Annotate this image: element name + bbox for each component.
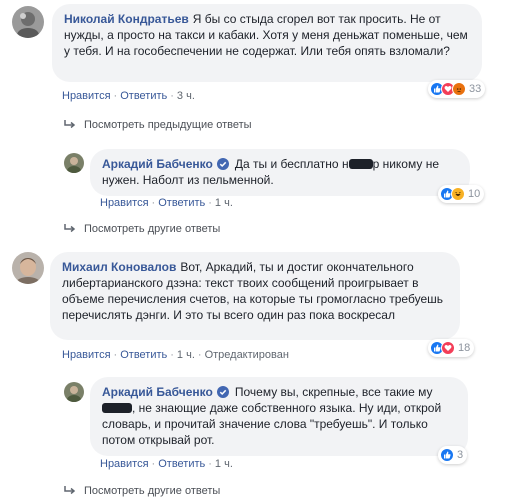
separator: · — [113, 349, 118, 361]
separator: · — [170, 90, 174, 102]
reaction-summary[interactable]: 3 — [438, 446, 468, 464]
reaction-count: 10 — [468, 188, 481, 200]
avatar-photo-icon — [64, 153, 84, 173]
comment-actions: Нравится · Ответить · 1 ч. · Отредактирован — [62, 349, 289, 361]
comment-actions: Нравится · Ответить · 1 ч. — [100, 458, 233, 470]
comment-author[interactable]: Михаил Коновалов — [62, 260, 176, 274]
view-more-replies[interactable]: Посмотреть другие ответы — [64, 223, 220, 235]
comment-author[interactable]: Аркадий Бабченко — [102, 385, 213, 399]
comment-author[interactable]: Николай Кондратьев — [64, 12, 189, 26]
reaction-count: 18 — [458, 342, 471, 354]
avatar[interactable] — [12, 252, 44, 284]
comment-author[interactable]: Аркадий Бабченко — [102, 157, 213, 171]
reply-arrow-icon — [64, 224, 76, 233]
separator: · — [151, 197, 156, 209]
edited-label[interactable]: Отредактирован — [205, 349, 289, 361]
avatar[interactable] — [12, 6, 44, 38]
reaction-summary[interactable]: 10 — [438, 185, 485, 203]
like-icon — [440, 448, 454, 462]
separator: · — [170, 349, 174, 361]
reply-button[interactable]: Ответить — [158, 458, 205, 470]
like-button[interactable]: Нравится — [62, 349, 111, 361]
comment-text-part-1: Да ты и бесплатно н — [234, 157, 349, 171]
like-button[interactable]: Нравится — [100, 458, 149, 470]
comment-time[interactable]: 1 ч. — [177, 349, 195, 361]
view-more-replies-label: Посмотреть другие ответы — [84, 485, 221, 497]
separator: · — [208, 197, 212, 209]
comment-actions: Нравится · Ответить · 3 ч. — [62, 90, 195, 102]
view-previous-replies-label: Посмотреть предыдущие ответы — [84, 119, 252, 131]
censor-bar — [102, 403, 132, 413]
comment-bubble: Аркадий Бабченко Почему вы, скрепные, все… — [90, 377, 468, 456]
view-more-replies[interactable]: Посмотреть другие ответы — [64, 485, 220, 497]
love-icon — [441, 341, 455, 355]
comment-time[interactable]: 1 ч. — [215, 197, 233, 209]
separator: · — [208, 458, 212, 470]
comment-actions: Нравится · Ответить · 1 ч. — [100, 197, 233, 209]
comment-bubble: Аркадий Бабченко Да ты и бесплатно нр ник… — [90, 149, 470, 196]
separator: · — [113, 90, 118, 102]
avatar[interactable] — [64, 382, 84, 402]
reply-button[interactable]: Ответить — [120, 90, 167, 102]
reaction-count: 3 — [457, 449, 464, 461]
verified-badge-icon — [216, 158, 229, 170]
avatar-photo-icon — [64, 382, 84, 402]
separator: · — [151, 458, 156, 470]
reaction-summary[interactable]: 18 — [428, 339, 475, 357]
reply-button[interactable]: Ответить — [120, 349, 167, 361]
reaction-count: 33 — [469, 83, 482, 95]
angry-icon — [452, 82, 466, 96]
like-button[interactable]: Нравится — [100, 197, 149, 209]
comment-text-part-2: , не знающие даже собственного языка. Ну… — [102, 401, 442, 447]
verified-badge-icon — [216, 386, 229, 398]
reaction-summary[interactable]: 33 — [428, 80, 486, 98]
avatar-photo-icon — [12, 6, 44, 38]
comment-text-part-1: Почему вы, скрепные, все такие му — [234, 385, 433, 399]
reply-arrow-icon — [64, 486, 76, 495]
comment-bubble: Михаил Коновалов Вот, Аркадий, ты и дости… — [50, 252, 460, 340]
reply-arrow-icon — [64, 120, 76, 129]
haha-icon — [451, 187, 465, 201]
reply-button[interactable]: Ответить — [158, 197, 205, 209]
view-previous-replies[interactable]: Посмотреть предыдущие ответы — [64, 119, 252, 131]
comment-time[interactable]: 1 ч. — [215, 458, 233, 470]
comment-time[interactable]: 3 ч. — [177, 90, 195, 102]
like-button[interactable]: Нравится — [62, 90, 111, 102]
censor-bar — [348, 159, 373, 169]
view-more-replies-label: Посмотреть другие ответы — [84, 223, 221, 235]
avatar[interactable] — [64, 153, 84, 173]
avatar-photo-icon — [12, 252, 44, 284]
comment-bubble: Николай Кондратьев Я бы со стыда сгорел в… — [52, 4, 482, 82]
separator: · — [197, 349, 202, 361]
